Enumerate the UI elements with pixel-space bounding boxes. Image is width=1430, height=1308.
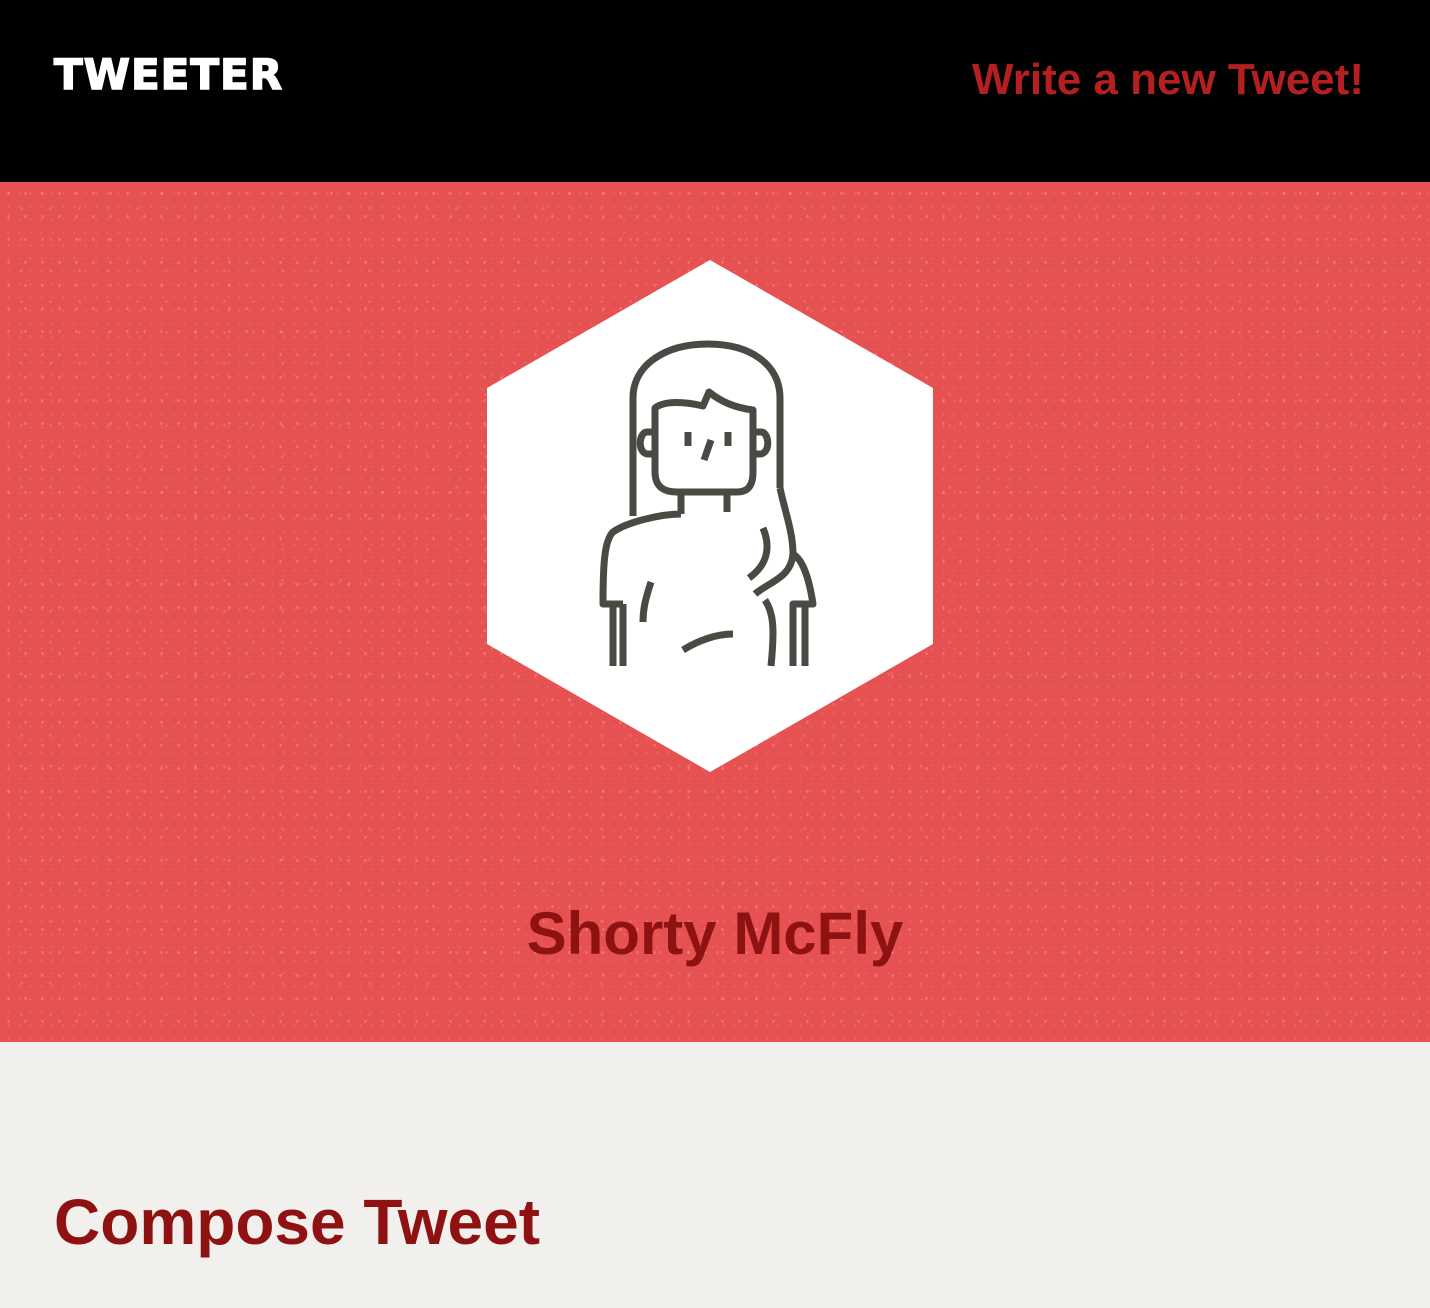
compose-tweet-heading: Compose Tweet — [54, 1186, 540, 1258]
brand-logo[interactable]: TWEETER — [53, 53, 283, 97]
profile-hero: Shorty McFly — [0, 182, 1430, 1042]
person-avatar-icon — [487, 260, 933, 772]
profile-name: Shorty McFly — [526, 900, 904, 967]
write-new-tweet-link[interactable]: Write a new Tweet! — [972, 58, 1364, 102]
top-nav-bar: TWEETER Write a new Tweet! — [0, 0, 1430, 182]
profile-avatar — [487, 260, 933, 772]
